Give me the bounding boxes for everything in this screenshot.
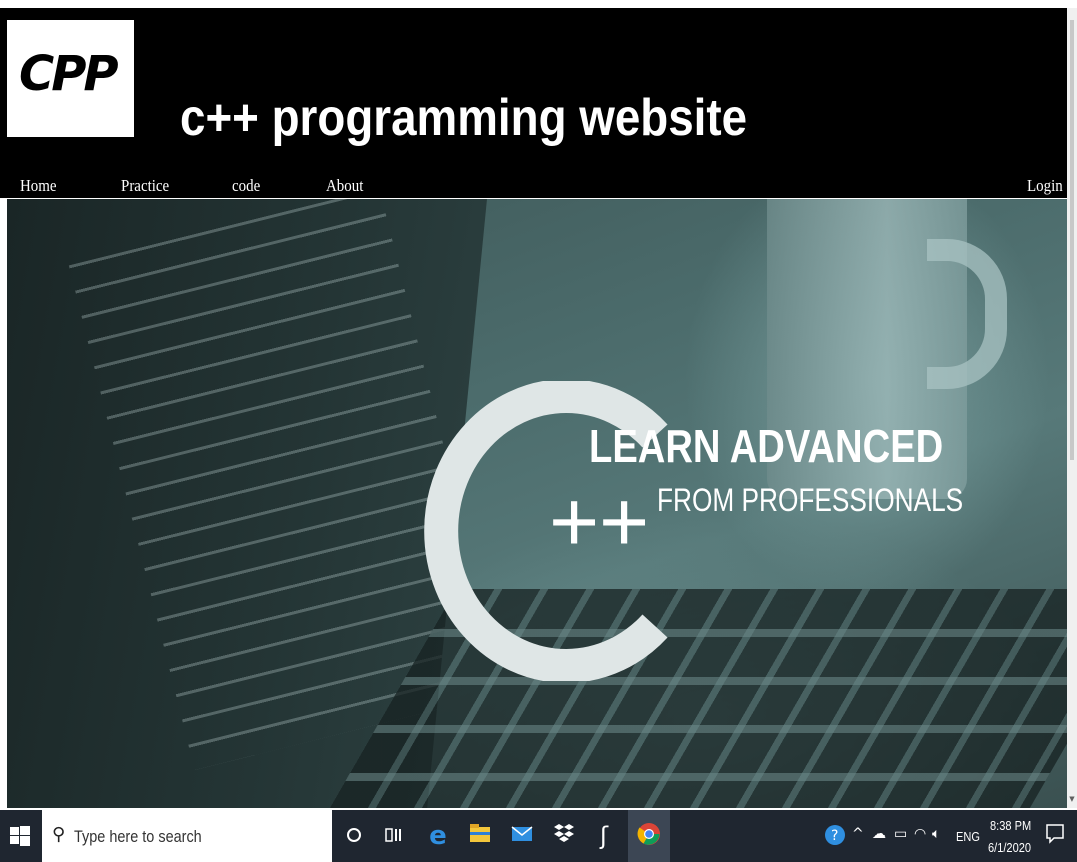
site-logo[interactable]: CPP — [7, 20, 134, 137]
windows-start-icon[interactable] — [10, 826, 30, 846]
plus-sign-2: + — [599, 474, 650, 570]
windows-taskbar: ⚲ Type here to search e ʃ ? ^ ☁ ▭ ◠ 🔈︎ E… — [0, 810, 1077, 862]
wifi-icon[interactable]: ◠ — [914, 826, 926, 842]
nav-code[interactable]: code — [232, 176, 260, 196]
show-hidden-icons-chevron-icon[interactable]: ^ — [852, 826, 864, 842]
search-placeholder: Type here to search — [74, 827, 202, 846]
dropbox-icon[interactable] — [550, 822, 578, 850]
plus-sign-1: + — [549, 474, 600, 570]
notification-center-icon[interactable] — [1046, 824, 1064, 848]
taskbar-search-input[interactable]: ⚲ Type here to search — [42, 810, 332, 862]
nav-practice[interactable]: Practice — [121, 176, 169, 196]
cloud-icon[interactable]: ☁ — [872, 826, 886, 842]
hero-banner: + + LEARN ADVANCED FROM PROFESSIONALS — [7, 199, 1067, 810]
search-icon: ⚲ — [52, 824, 66, 845]
nav-login[interactable]: Login — [1027, 176, 1063, 196]
file-explorer-icon[interactable] — [466, 822, 494, 850]
page-title: c++ programming website — [180, 89, 748, 147]
clock-date[interactable]: 6/1/2020 — [988, 840, 1031, 855]
chrome-icon[interactable] — [635, 822, 663, 850]
volume-icon[interactable]: 🔈︎ — [932, 826, 940, 842]
nav-home[interactable]: Home — [20, 176, 57, 196]
mug-handle-image — [927, 239, 1007, 389]
help-icon[interactable]: ? — [824, 824, 846, 850]
scroll-down-icon[interactable]: ▼ — [1068, 795, 1076, 803]
svg-text:?: ? — [831, 828, 838, 844]
banner-headline: LEARN ADVANCED — [589, 420, 944, 472]
language-indicator[interactable]: ENG — [956, 829, 980, 844]
cortana-icon[interactable] — [340, 822, 368, 850]
banner-subline: FROM PROFESSIONALS — [657, 482, 964, 518]
scrollbar-thumb[interactable] — [1070, 20, 1074, 460]
clock-time[interactable]: 8:38 PM — [990, 818, 1031, 833]
battery-icon[interactable]: ▭ — [894, 826, 907, 842]
app-icon[interactable]: ʃ — [590, 822, 618, 850]
edge-icon[interactable]: e — [424, 822, 452, 850]
mail-icon[interactable] — [508, 822, 536, 850]
task-view-icon[interactable] — [380, 822, 408, 850]
nav-about[interactable]: About — [326, 176, 363, 196]
site-header: CPP c++ programming website Home Practic… — [0, 8, 1067, 198]
top-border — [0, 0, 1077, 8]
logo-text: CPP — [19, 46, 119, 102]
